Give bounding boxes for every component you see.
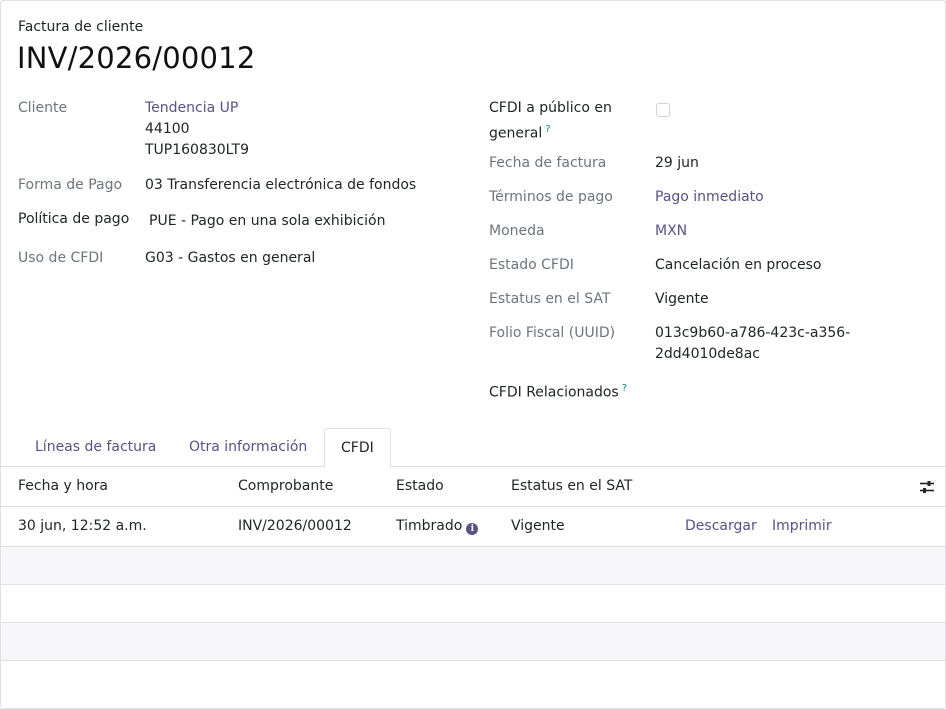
fiscal-folio-line1: 013c9b60-a786-423c-a356- [655, 325, 851, 341]
cfdi-table-header: Fecha y hora Comprobante Estado Estatus … [1, 467, 945, 507]
sat-status-value: Vigente [655, 291, 709, 307]
payment-terms-label: Términos de pago [489, 189, 613, 205]
table-row[interactable]: 30 jun, 12:52 a.m. INV/2026/00012 Timbra… [1, 507, 945, 547]
column-header-datetime[interactable]: Fecha y hora [18, 467, 108, 506]
row-voucher: INV/2026/00012 [238, 518, 352, 534]
payment-policy-label: Política de pago [18, 211, 130, 227]
row-sat-status: Vigente [511, 518, 565, 534]
currency-link[interactable]: MXN [655, 221, 687, 242]
cfdi-state-label: Estado CFDI [489, 257, 574, 273]
cfdi-usage-label: Uso de CFDI [18, 250, 104, 266]
sliders-icon[interactable] [919, 479, 935, 495]
cfdi-public-label: CFDI a público en general? [489, 98, 612, 145]
related-cfdi-label: CFDI Relacionados? [489, 378, 627, 404]
column-header-sat-status[interactable]: Estatus en el SAT [511, 467, 632, 506]
tab-invoice-lines[interactable]: Líneas de factura [19, 428, 172, 467]
payment-policy-field[interactable]: PUE - Pago en una sola exhibición [149, 211, 386, 232]
help-icon[interactable]: ? [622, 383, 627, 394]
document-type-label: Factura de cliente [18, 19, 144, 35]
fiscal-folio-label: Folio Fiscal (UUID) [489, 325, 616, 341]
payment-way-label: Forma de Pago [18, 177, 123, 193]
invoice-number-title: INV/2026/00012 [17, 41, 256, 75]
cfdi-usage-field[interactable]: G03 - Gastos en general [145, 248, 315, 269]
tab-cfdi[interactable]: CFDI [324, 428, 391, 468]
row-state-text: Timbrado [396, 518, 463, 534]
column-header-state[interactable]: Estado [396, 467, 444, 506]
print-button[interactable]: Imprimir [772, 507, 832, 546]
tab-other-info[interactable]: Otra información [173, 428, 323, 467]
customer-link[interactable]: Tendencia UP [145, 98, 238, 119]
cfdi-public-checkbox[interactable] [656, 103, 670, 117]
related-cfdi-label-text: CFDI Relacionados [489, 384, 619, 401]
fiscal-folio-line2: 2dd4010de8ac [655, 346, 760, 362]
row-datetime: 30 jun, 12:52 a.m. [18, 518, 147, 534]
customer-zip: 44100 [145, 121, 190, 137]
payment-terms-link[interactable]: Pago inmediato [655, 187, 764, 208]
customer-label: Cliente [18, 100, 68, 116]
empty-row [1, 547, 945, 585]
cfdi-state-value: Cancelación en proceso [655, 257, 822, 273]
invoice-date-field[interactable]: 29 jun [655, 153, 699, 174]
cfdi-public-label-line1: CFDI a público en [489, 100, 612, 116]
invoice-form-sheet: Factura de cliente INV/2026/00012 Client… [0, 0, 946, 709]
empty-row [1, 585, 945, 623]
fiscal-folio-value: 013c9b60-a786-423c-a356- 2dd4010de8ac [655, 323, 850, 365]
column-header-voucher[interactable]: Comprobante [238, 467, 333, 506]
row-state: Timbrado i [396, 507, 479, 545]
cfdi-public-label-line2: general [489, 125, 543, 142]
empty-row [1, 623, 945, 661]
help-icon[interactable]: ? [545, 124, 550, 135]
download-button[interactable]: Descargar [685, 507, 757, 546]
info-circle-icon[interactable]: i [466, 523, 479, 535]
notebook-tabs: Líneas de factura Otra información CFDI [1, 428, 945, 468]
currency-label: Moneda [489, 223, 545, 239]
customer-rfc: TUP160830LT9 [145, 142, 250, 158]
sat-status-label: Estatus en el SAT [489, 291, 611, 307]
invoice-date-label: Fecha de factura [489, 155, 607, 171]
payment-way-field[interactable]: 03 Transferencia electrónica de fondos [145, 175, 416, 196]
